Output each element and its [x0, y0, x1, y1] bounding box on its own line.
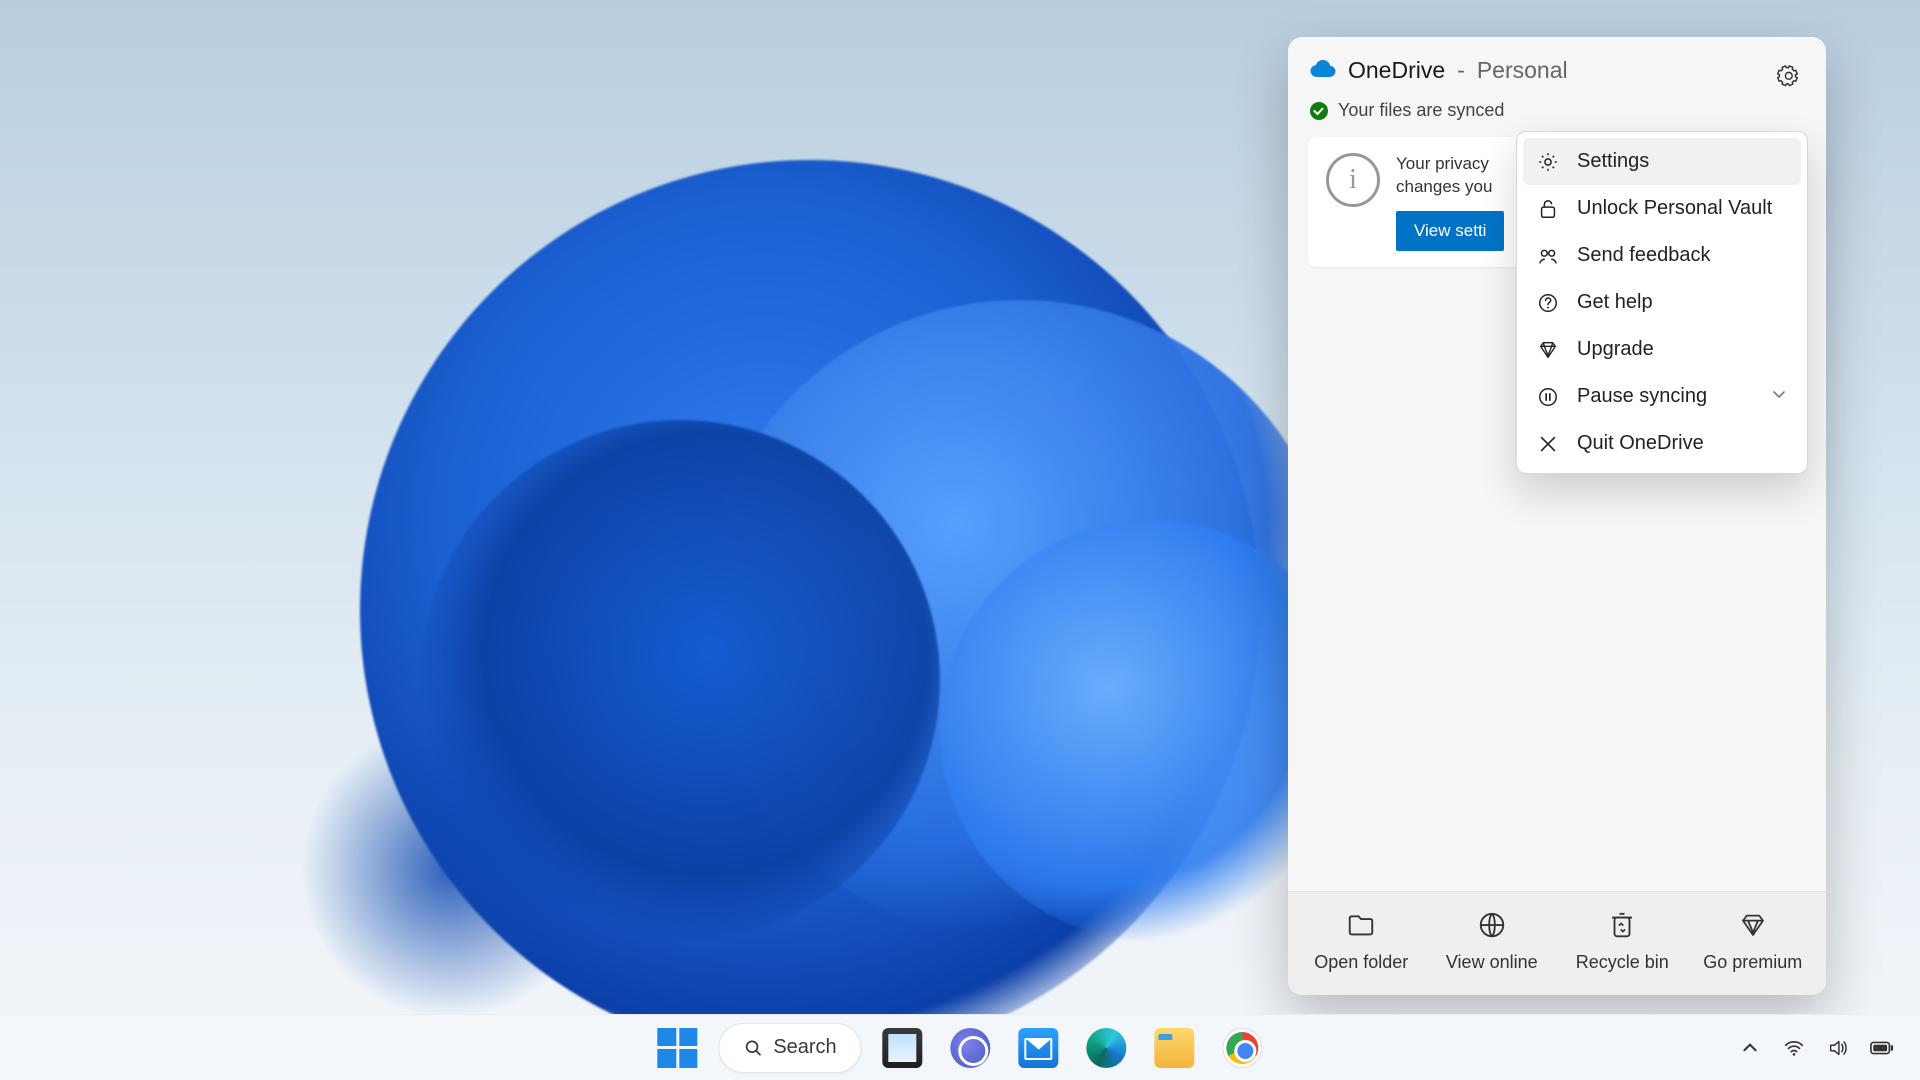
view-settings-button[interactable]: View setti — [1396, 211, 1504, 251]
gear-icon — [1537, 151, 1559, 173]
taskbar-chrome[interactable] — [1216, 1021, 1270, 1075]
system-tray — [1738, 1036, 1894, 1060]
wifi-icon — [1783, 1037, 1805, 1059]
sync-status-text: Your files are synced — [1338, 100, 1504, 121]
edge-icon — [1087, 1028, 1127, 1068]
menu-unlock-vault[interactable]: Unlock Personal Vault — [1523, 185, 1801, 232]
battery-icon — [1870, 1039, 1894, 1057]
taskbar-mail[interactable] — [1012, 1021, 1066, 1075]
folder-icon — [1346, 910, 1376, 940]
wallpaper-shape — [300, 720, 600, 1020]
flyout-bottom-actions: Open folder View online Recycle bin Go p… — [1288, 891, 1826, 995]
feedback-icon — [1537, 245, 1559, 267]
chevron-down-icon — [1771, 385, 1787, 408]
recycle-bin-button[interactable]: Recycle bin — [1563, 910, 1681, 973]
settings-menu: Settings Unlock Personal Vault Send feed… — [1516, 131, 1808, 474]
file-explorer-icon — [1155, 1028, 1195, 1068]
menu-item-label: Upgrade — [1577, 338, 1654, 361]
action-label: View online — [1446, 952, 1538, 973]
settings-gear-button[interactable] — [1772, 59, 1806, 93]
task-view-icon — [883, 1028, 923, 1068]
teams-icon — [951, 1028, 991, 1068]
taskbar-center: Search — [650, 1021, 1269, 1075]
app-name: OneDrive — [1348, 57, 1445, 84]
taskbar-search[interactable]: Search — [718, 1023, 861, 1073]
search-label: Search — [773, 1036, 836, 1059]
tray-battery[interactable] — [1870, 1036, 1894, 1060]
chrome-icon — [1223, 1028, 1263, 1068]
recycle-bin-icon — [1607, 910, 1637, 940]
taskbar-edge[interactable] — [1080, 1021, 1134, 1075]
start-button[interactable] — [650, 1021, 704, 1075]
menu-item-label: Unlock Personal Vault — [1577, 197, 1772, 220]
sync-ok-icon — [1310, 102, 1328, 120]
onedrive-flyout: OneDrive - Personal Your files are synce… — [1288, 37, 1826, 995]
privacy-card-body: Your privacy changes you View setti — [1396, 153, 1504, 251]
menu-item-label: Send feedback — [1577, 244, 1710, 267]
open-folder-button[interactable]: Open folder — [1302, 910, 1420, 973]
desktop: OneDrive - Personal Your files are synce… — [0, 0, 1920, 1080]
view-online-button[interactable]: View online — [1433, 910, 1551, 973]
menu-send-feedback[interactable]: Send feedback — [1523, 232, 1801, 279]
taskbar-file-explorer[interactable] — [1148, 1021, 1202, 1075]
close-icon — [1537, 433, 1559, 455]
search-icon — [743, 1038, 763, 1058]
globe-icon — [1477, 910, 1507, 940]
sync-status-row: Your files are synced — [1288, 90, 1826, 129]
taskbar: Search — [0, 1014, 1920, 1080]
windows-logo-icon — [657, 1028, 697, 1068]
privacy-line-1: Your privacy — [1396, 153, 1504, 176]
mail-icon — [1019, 1028, 1059, 1068]
go-premium-button[interactable]: Go premium — [1694, 910, 1812, 973]
account-type: Personal — [1477, 57, 1568, 84]
menu-item-label: Settings — [1577, 150, 1649, 173]
chevron-up-icon — [1741, 1039, 1759, 1057]
tray-wifi[interactable] — [1782, 1036, 1806, 1060]
diamond-icon — [1738, 910, 1768, 940]
title-separator: - — [1457, 57, 1465, 84]
gear-icon — [1777, 64, 1801, 88]
unlock-icon — [1537, 198, 1559, 220]
speaker-icon — [1827, 1037, 1849, 1059]
menu-settings[interactable]: Settings — [1523, 138, 1801, 185]
task-view-button[interactable] — [876, 1021, 930, 1075]
diamond-icon — [1537, 339, 1559, 361]
privacy-line-2: changes you — [1396, 176, 1504, 199]
info-icon: i — [1326, 153, 1380, 207]
action-label: Open folder — [1314, 952, 1408, 973]
flyout-header: OneDrive - Personal — [1288, 37, 1826, 90]
flyout-title: OneDrive - Personal — [1310, 57, 1804, 84]
menu-item-label: Pause syncing — [1577, 385, 1707, 408]
action-label: Recycle bin — [1576, 952, 1669, 973]
taskbar-teams[interactable] — [944, 1021, 998, 1075]
menu-quit[interactable]: Quit OneDrive — [1523, 420, 1801, 467]
menu-item-label: Quit OneDrive — [1577, 432, 1704, 455]
action-label: Go premium — [1703, 952, 1802, 973]
help-icon — [1537, 292, 1559, 314]
menu-item-label: Get help — [1577, 291, 1653, 314]
onedrive-cloud-icon — [1310, 57, 1336, 84]
tray-overflow-button[interactable] — [1738, 1036, 1762, 1060]
tray-volume[interactable] — [1826, 1036, 1850, 1060]
menu-get-help[interactable]: Get help — [1523, 279, 1801, 326]
menu-upgrade[interactable]: Upgrade — [1523, 326, 1801, 373]
pause-icon — [1537, 386, 1559, 408]
menu-pause-syncing[interactable]: Pause syncing — [1523, 373, 1801, 420]
